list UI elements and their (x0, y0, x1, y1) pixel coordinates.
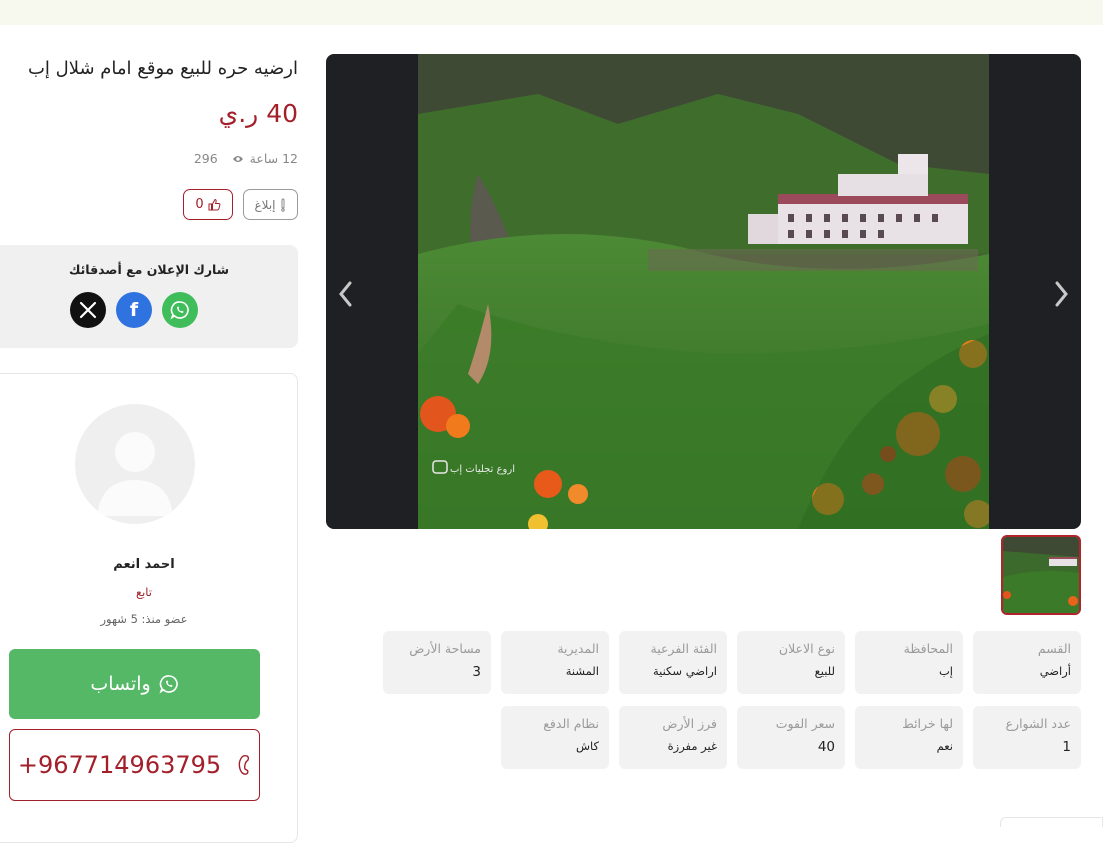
attr-value: إب (938, 664, 953, 678)
gallery-next-button[interactable] (1043, 276, 1079, 312)
landscape-image: اروع تجليات إب (418, 54, 989, 529)
attr-value: 40 (817, 739, 835, 755)
listing-meta: 12 ساعة 296 (194, 151, 298, 166)
attr-value: 3 (472, 664, 481, 680)
attr-label: سعر الفوت (775, 716, 835, 731)
follow-link[interactable]: تابع (0, 585, 297, 599)
phone-icon (238, 754, 250, 775)
photo-watermark: اروع تجليات إب (450, 464, 515, 475)
report-button[interactable]: إبلاغ (243, 189, 298, 220)
gallery-prev-button[interactable] (328, 276, 364, 312)
attr-value: كاش (575, 739, 599, 753)
user-placeholder-icon (97, 432, 173, 516)
attr-value: للبيع (814, 664, 835, 678)
attr-label: المديرية (557, 641, 599, 656)
attr-value: أراضي (1039, 664, 1071, 678)
gallery-thumbnail[interactable] (1001, 535, 1081, 615)
whatsapp-label: واتساب (90, 673, 151, 695)
views-count: 296 (193, 151, 218, 166)
attr-label: مساحة الأرض (409, 641, 481, 656)
attr-payment: نظام الدفع كاش (501, 706, 609, 769)
footer-card-edge (1000, 817, 1103, 827)
chevron-right-icon (1055, 281, 1068, 307)
share-x-button[interactable] (70, 292, 106, 328)
attr-land-area: مساحة الأرض 3 (383, 631, 491, 694)
attr-label: فرز الأرض (662, 716, 717, 731)
attr-streets: عدد الشوارع 1 (973, 706, 1081, 769)
posted-time: 12 ساعة (249, 151, 298, 166)
whatsapp-contact-button[interactable]: واتساب (9, 649, 260, 719)
attr-has-maps: لها خرائط نعم (855, 706, 963, 769)
attr-governorate: المحافظة إب (855, 631, 963, 694)
seller-card: احمد انعم تابع عضو منذ: 5 شهور واتساب +9… (0, 373, 298, 843)
listing-photo[interactable]: اروع تجليات إب (418, 54, 989, 529)
seller-name: احمد انعم (113, 557, 175, 572)
attr-ad-type: نوع الاعلان للبيع (737, 631, 845, 694)
facebook-icon: f (129, 299, 139, 321)
share-whatsapp-button[interactable] (162, 292, 198, 328)
whatsapp-icon (159, 675, 178, 694)
attr-value: المشنة (565, 664, 599, 678)
phone-contact-button[interactable]: +967714963795 (9, 729, 260, 801)
like-button[interactable]: 0 (183, 189, 233, 220)
listing-price: 40 ر.ي (218, 99, 298, 128)
share-title: شارك الإعلان مع أصدقائك (68, 262, 230, 277)
member-since: عضو منذ: 5 شهور (100, 612, 188, 626)
attr-label: نظام الدفع (543, 716, 599, 731)
image-gallery[interactable]: اروع تجليات إب (326, 54, 1081, 529)
attr-land-sorting: فرز الأرض غير مفرزة (619, 706, 727, 769)
eye-icon (232, 155, 243, 162)
attr-label: عدد الشوارع (1005, 716, 1071, 731)
attr-label: القسم (1037, 641, 1071, 656)
share-box: شارك الإعلان مع أصدقائك f (0, 245, 298, 348)
avatar (75, 404, 195, 524)
thumbnail-image (1003, 537, 1079, 613)
top-bar (0, 0, 1103, 25)
attr-category: القسم أراضي (973, 631, 1081, 694)
attr-value: نعم (936, 739, 953, 753)
listing-title: ارضيه حره للبيع موقع امام شلال إب (27, 58, 298, 79)
attr-label: نوع الاعلان (778, 641, 835, 656)
attr-value: 1 (1062, 739, 1071, 755)
attr-value: اراضي سكنية (652, 664, 717, 678)
like-count: 0 (195, 197, 204, 212)
attr-label: الفئة الفرعية (650, 641, 718, 656)
attr-label: المحافظة (903, 641, 953, 656)
report-label: إبلاغ (254, 197, 276, 212)
attr-district: المديرية المشنة (501, 631, 609, 694)
attr-value: غير مفرزة (667, 739, 717, 753)
attr-label: لها خرائط (902, 716, 953, 731)
attr-subcategory: الفئة الفرعية اراضي سكنية (619, 631, 727, 694)
attr-foot-price: سعر الفوت 40 (737, 706, 845, 769)
whatsapp-icon (170, 301, 189, 320)
x-logo-icon (79, 301, 97, 319)
thumbs-up-icon (208, 198, 221, 211)
share-facebook-button[interactable]: f (116, 292, 152, 328)
chevron-left-icon (339, 281, 352, 307)
phone-number: +967714963795 (17, 751, 222, 779)
flag-icon (280, 198, 285, 212)
